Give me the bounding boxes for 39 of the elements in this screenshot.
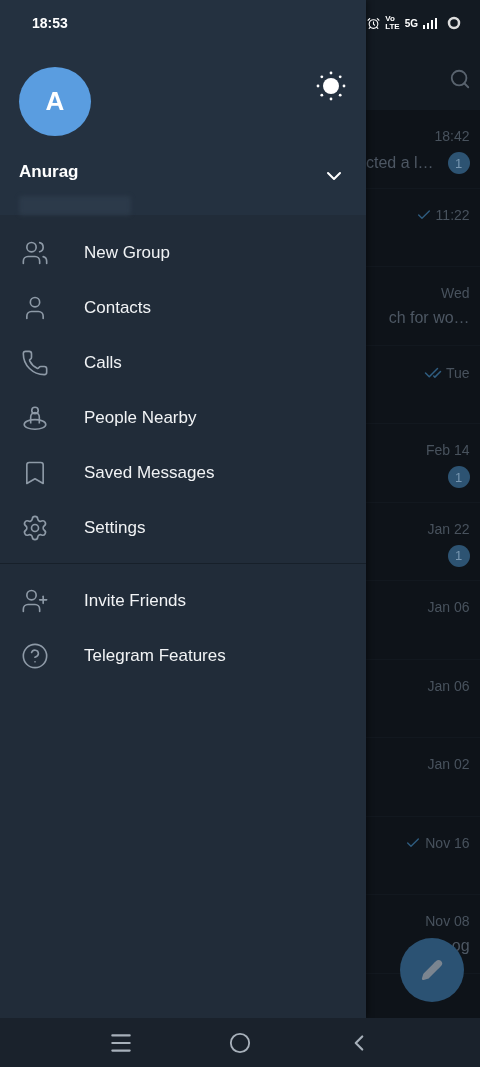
menu-item[interactable]: Saved Messages: [84, 462, 215, 483]
person-on-disc-icon: [21, 403, 49, 432]
chat-time: Nov 08: [425, 913, 470, 929]
chat-time: 18:42: [434, 128, 470, 144]
chat-time: Jan 22: [427, 520, 470, 537]
chat-time: Tue: [446, 364, 470, 381]
alarm-icon: [367, 16, 381, 30]
home-icon[interactable]: [229, 1031, 251, 1054]
chat-time: Jan 06: [427, 599, 470, 615]
message-preview: ch for wo…: [388, 309, 470, 327]
help-icon: [21, 641, 49, 670]
sun-icon[interactable]: [316, 71, 346, 101]
chat-time: Nov 16: [425, 834, 470, 851]
menu-item[interactable]: Calls: [84, 352, 122, 373]
menu-item[interactable]: People Nearby: [84, 407, 197, 428]
loading-ring-icon: [447, 16, 461, 30]
status-time: 18:53: [32, 15, 68, 31]
chat-time: Wed: [441, 285, 470, 301]
chat-time: Feb 14: [426, 442, 470, 458]
network-label: 5G: [404, 17, 418, 29]
menu-item[interactable]: Contacts: [84, 297, 152, 318]
unread-badge: 1: [447, 466, 470, 488]
unread-badge: 1: [447, 544, 470, 567]
phone-icon: [21, 348, 49, 377]
message-preview: cted a l…: [366, 154, 434, 172]
account-name: Anurag: [19, 161, 79, 182]
menu-item[interactable]: Settings: [84, 517, 146, 538]
pencil-icon: [421, 959, 443, 981]
signal-icon: [423, 17, 437, 29]
menu-item[interactable]: Invite Friends: [84, 590, 187, 611]
menu-item[interactable]: Telegram Features: [84, 645, 226, 666]
unread-badge: 1: [447, 152, 470, 174]
menu-item[interactable]: New Group: [84, 242, 170, 263]
volte-label: Vo LTE: [385, 15, 400, 31]
chat-time: 11:22: [435, 206, 470, 223]
search-icon[interactable]: [448, 68, 471, 90]
chat-time: Jan 06: [427, 677, 470, 694]
chat-time: Jan 02: [427, 756, 470, 772]
settings-icon: [21, 513, 49, 542]
